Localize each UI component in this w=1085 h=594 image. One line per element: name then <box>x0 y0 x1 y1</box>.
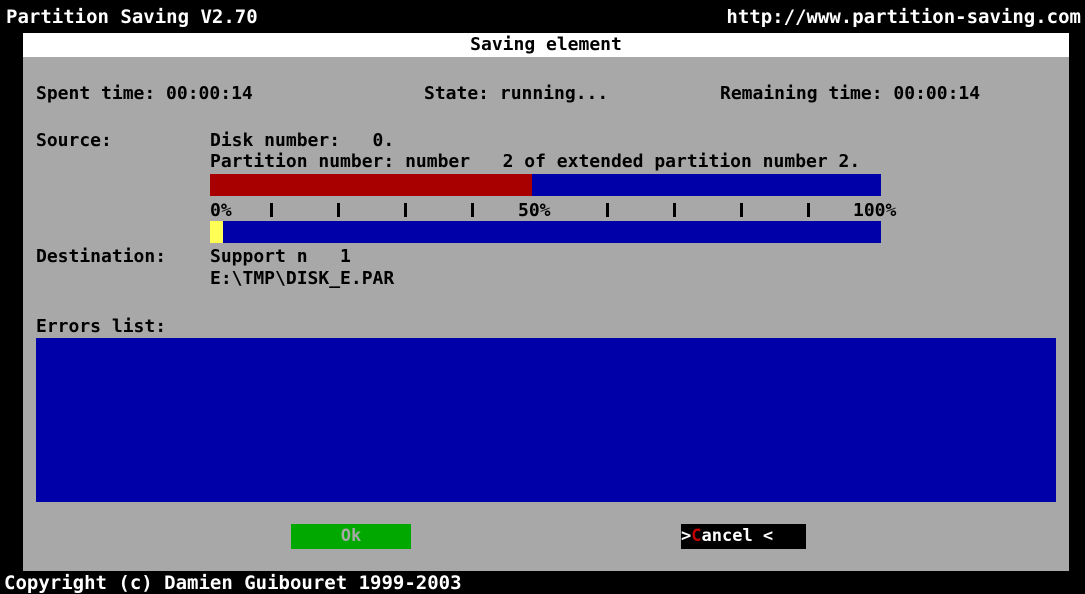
dialog-title: Saving element <box>470 34 622 55</box>
cancel-prefix: > <box>681 526 692 546</box>
remaining-time: Remaining time: 00:00:14 <box>720 83 981 104</box>
destination-progress-bar <box>210 221 881 243</box>
partition-number: Partition number: number 2 of extended p… <box>210 151 861 172</box>
support-number: Support n 1 <box>210 246 351 267</box>
spent-time: Spent time: 00:00:14 <box>36 83 253 104</box>
app-title: Partition Saving V2.70 <box>6 6 258 28</box>
errors-label: Errors list: <box>36 316 167 337</box>
destination-progress-fill <box>210 221 224 243</box>
cancel-label: ancel < <box>701 526 774 546</box>
cancel-button[interactable]: >Cancel < <box>681 524 806 549</box>
scale-50: 50% <box>518 200 551 221</box>
state-text: State: running... <box>424 83 609 104</box>
scale-tick <box>606 203 609 217</box>
scale-tick <box>471 203 474 217</box>
scale-tick <box>337 203 340 217</box>
scale-tick <box>404 203 407 217</box>
scale-tick <box>270 203 273 217</box>
app-url: http://www.partition-saving.com <box>726 6 1081 28</box>
scale-100: 100% <box>853 200 897 221</box>
copyright: Copyright (c) Damien Guibouret 1999-2003 <box>4 572 462 594</box>
ok-button[interactable]: Ok <box>291 524 411 549</box>
scale-0: 0% <box>210 200 232 221</box>
destination-file: E:\TMP\DISK_E.PAR <box>210 268 395 289</box>
source-progress-fill <box>210 174 533 196</box>
scale-tick <box>740 203 743 217</box>
source-label: Source: <box>36 130 112 151</box>
scale-tick <box>807 203 810 217</box>
source-progress-bar <box>210 174 881 196</box>
cancel-hotkey: C <box>691 526 702 546</box>
disk-number: Disk number: 0. <box>210 130 395 151</box>
scale-tick <box>673 203 676 217</box>
errors-list[interactable] <box>36 338 1056 502</box>
destination-label: Destination: <box>36 246 167 267</box>
